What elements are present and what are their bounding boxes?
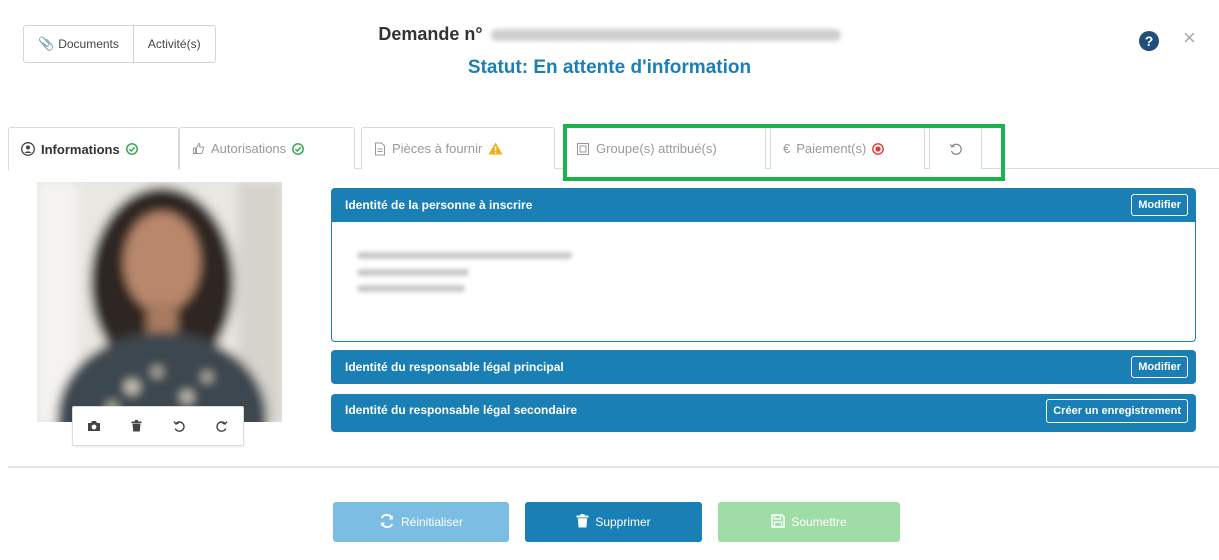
identity-panel-header: Identité de la personne à inscrire Modif…: [331, 188, 1196, 222]
primary-guardian-panel-title: Identité du responsable légal principal: [345, 360, 564, 374]
redacted-text: [357, 269, 469, 276]
secondary-guardian-panel-header: Identité du responsable légal secondaire…: [331, 394, 1196, 432]
identity-panel-body: [331, 222, 1196, 342]
delete-label: Supprimer: [595, 515, 651, 529]
close-icon[interactable]: ×: [1183, 27, 1196, 49]
refresh-icon: [379, 513, 395, 531]
photo-toolbar: [72, 406, 244, 446]
redacted-text: [357, 252, 572, 259]
redacted-request-number: [490, 28, 841, 41]
profile-photo: [37, 182, 282, 422]
rotate-left-icon[interactable]: [167, 414, 191, 438]
save-icon: [771, 513, 786, 531]
svg-text:?: ?: [1145, 33, 1154, 49]
camera-icon[interactable]: [82, 414, 106, 438]
submit-label: Soumettre: [791, 515, 847, 529]
document-icon: [374, 142, 386, 156]
modify-primary-guardian-button[interactable]: Modifier: [1131, 356, 1188, 378]
primary-guardian-panel-header: Identité du responsable légal principal …: [331, 350, 1196, 384]
page-title: Demande n°: [378, 24, 483, 44]
divider: [8, 466, 1219, 468]
create-secondary-guardian-button[interactable]: Créer un enregistrement: [1046, 399, 1188, 423]
tab-label: Informations: [41, 141, 120, 157]
tab-autorisations[interactable]: Autorisations: [179, 127, 355, 169]
help-icon[interactable]: ?: [1138, 30, 1160, 52]
tab-informations[interactable]: Informations: [8, 127, 179, 170]
thumbs-up-icon: [192, 142, 205, 155]
submit-button[interactable]: Soumettre: [718, 502, 900, 542]
delete-button[interactable]: Supprimer: [525, 502, 702, 542]
check-circle-icon: [125, 143, 138, 155]
warning-icon: [488, 142, 503, 155]
redacted-text: [357, 285, 465, 292]
highlight-frame: [563, 124, 1005, 181]
tab-label: Autorisations: [211, 141, 287, 156]
status-text: Statut: En attente d'information: [467, 57, 752, 78]
user-circle-icon: [21, 142, 35, 156]
tab-label: Pièces à fournir: [392, 141, 483, 156]
secondary-guardian-panel-title: Identité du responsable légal secondaire: [345, 403, 578, 417]
trash-icon: [576, 513, 589, 531]
tab-pieces-a-fournir[interactable]: Pièces à fournir: [361, 127, 555, 169]
reset-button[interactable]: Réinitialiser: [333, 502, 509, 542]
modify-identity-button[interactable]: Modifier: [1131, 194, 1188, 216]
trash-icon[interactable]: [125, 414, 149, 438]
check-circle-icon: [292, 142, 305, 155]
identity-panel-title: Identité de la personne à inscrire: [345, 198, 533, 212]
dialog-header: Demande n° Statut: En attente d'informat…: [0, 24, 1219, 79]
reset-label: Réinitialiser: [400, 515, 464, 529]
rotate-right-icon[interactable]: [210, 414, 234, 438]
